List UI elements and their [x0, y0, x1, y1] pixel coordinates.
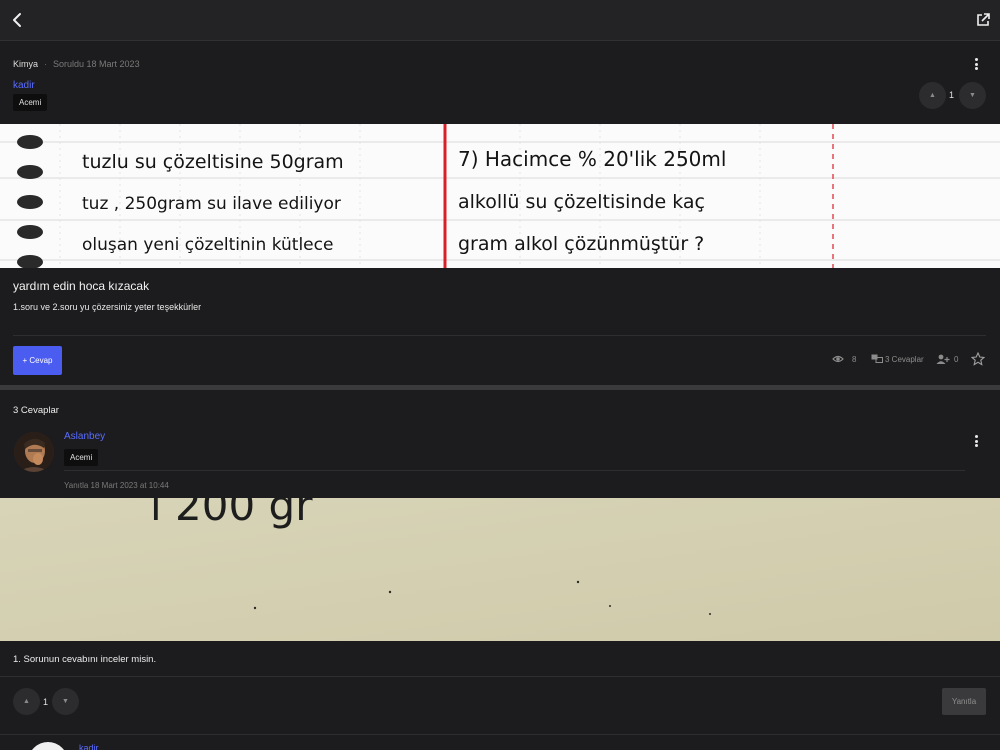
answer-image[interactable]: ı 200 gr: [0, 498, 1000, 641]
answer-vote-count: 1: [43, 697, 49, 707]
image-line-left-1: tuzlu su çözeltisine 50gram: [82, 151, 344, 173]
answer-reply-meta[interactable]: Yanıtla 18 Mart 2023 at 10:44: [64, 481, 169, 490]
followers-stat: 0: [936, 354, 958, 364]
image-line-left-3: oluşan yeni çözeltinin kütlece: [82, 235, 333, 255]
next-answer-author[interactable]: kadir: [79, 743, 99, 750]
question-image[interactable]: tuzlu su çözeltisine 50gram tuz , 250gra…: [0, 124, 1000, 268]
answer-card: Aslanbey Acemi Yanıtla 18 Mart 2023 at 1…: [0, 422, 1000, 742]
eye-icon: [832, 355, 844, 363]
chevron-left-icon: [13, 13, 21, 27]
divider: [64, 470, 965, 471]
user-plus-icon: [936, 354, 950, 364]
asked-date: Soruldu 18 Mart 2023: [53, 59, 140, 69]
followers-count: 0: [954, 354, 959, 364]
question-meta: Kimya · Soruldu 18 Mart 2023: [13, 59, 140, 69]
open-external-button[interactable]: [972, 8, 994, 32]
answer-author[interactable]: Aslanbey: [64, 431, 105, 442]
next-answer-card: kadir: [0, 740, 1000, 750]
image-line-right-1: 7) Hacimce % 20'lik 250ml: [458, 147, 726, 171]
divider: [0, 676, 1000, 677]
question-downvote-button[interactable]: ▼: [959, 82, 986, 109]
image-line-left-2: tuz , 250gram su ilave ediliyor: [82, 194, 341, 214]
answer-downvote-button[interactable]: ▼: [52, 688, 79, 715]
subject-link[interactable]: Kimya: [13, 59, 38, 69]
favorite-button[interactable]: [970, 351, 986, 371]
divider: [13, 335, 986, 336]
avatar[interactable]: [28, 742, 68, 750]
star-icon: [970, 351, 986, 366]
image-line-right-3: gram alkol çözünmüştür ?: [458, 233, 704, 255]
author-rank-badge: Acemi: [13, 94, 48, 111]
answer-text: 1. Sorunun cevabını inceler misin.: [13, 654, 157, 665]
views-count: 8: [852, 354, 857, 364]
question-more-menu-icon[interactable]: [971, 56, 981, 72]
top-bar: [0, 0, 1000, 41]
answers-heading: 3 Cevaplar: [13, 405, 59, 416]
question-upvote-button[interactable]: ▲: [919, 82, 946, 109]
author-rank-badge: Acemi: [64, 449, 99, 466]
avatar[interactable]: [14, 432, 54, 472]
back-button[interactable]: [6, 8, 28, 32]
answers-count-label: 3 Cevaplar: [885, 354, 924, 364]
answer-upvote-button[interactable]: ▲: [13, 688, 40, 715]
question-vote-count: 1: [949, 90, 955, 100]
question-title: yardım edin hoca kızacak: [13, 279, 150, 293]
divider: [0, 734, 1000, 735]
question-author[interactable]: kadir: [13, 80, 35, 91]
add-answer-button[interactable]: + Cevap: [13, 346, 62, 375]
section-separator: [0, 385, 1000, 390]
meta-separator: ·: [44, 59, 48, 69]
chat-bubbles-icon: [871, 354, 883, 363]
image-line-right-2: alkollü su çözeltisinde kaç: [458, 191, 705, 213]
answer-more-menu-icon[interactable]: [971, 433, 981, 449]
answer-image-handwriting: ı 200 gr: [150, 498, 313, 530]
question-card: Kimya · Soruldu 18 Mart 2023 kadir Acemi ▲…: [0, 42, 1000, 384]
reply-button[interactable]: Yanıtla: [942, 688, 986, 715]
answers-stat[interactable]: 3 Cevaplar: [871, 354, 924, 364]
question-body: 1.soru ve 2.soru yu çözersiniz yeter teş…: [13, 302, 202, 312]
external-link-icon: [977, 13, 990, 26]
views-stat: 8: [832, 354, 856, 364]
